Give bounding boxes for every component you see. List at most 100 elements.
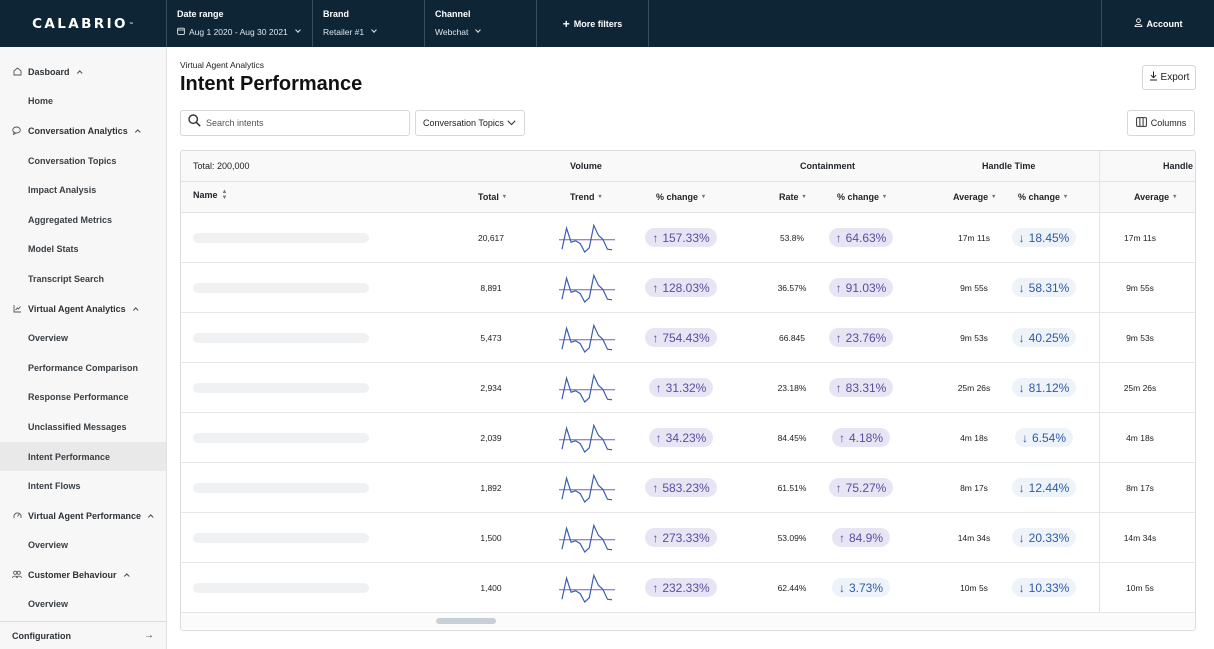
average-value: 9m 55s [1126, 282, 1154, 293]
table-row[interactable]: 8,891 ↑ 128.03% 36.57% ↑ 91.03% 9m 55s ↓ 58.31% 9… [181, 263, 1195, 313]
channel-filter[interactable]: Channel Webchat [425, 0, 537, 47]
col-label: Trend [570, 192, 595, 202]
sidebar-section-dashboard[interactable]: Dasboard [0, 57, 166, 87]
sidebar-item-intent-flows[interactable]: Intent Flows [0, 471, 166, 501]
column-divider [1099, 263, 1100, 312]
volume-change-cell: ↑ 34.23% [631, 413, 731, 462]
sidebar-section-virtual-agent-performance[interactable]: Virtual Agent Performance [0, 501, 166, 531]
arrow-down-icon: ↓ [838, 580, 845, 595]
table-row[interactable]: 20,617 ↑ 157.33% 53.8% ↑ 64.63% 17m 11s ↓ 18.45%… [181, 213, 1195, 263]
col-rate[interactable]: Rate ▾ [779, 182, 806, 212]
rate-value: 53.8% [779, 232, 805, 243]
chart-icon [12, 304, 22, 314]
topic-select[interactable]: Conversation Topics [415, 110, 525, 136]
horizontal-scrollbar[interactable] [181, 613, 1195, 629]
containment-change-cell: ↓ 3.73% [813, 563, 909, 612]
download-icon [1149, 71, 1158, 84]
columns-label: Columns [1150, 118, 1187, 128]
table-row[interactable]: 1,892 ↑ 583.23% 61.51% ↑ 75.27% 8m 17s ↓ 12.44% 8… [181, 463, 1195, 513]
average-value: 9m 53s [1126, 332, 1154, 343]
volume-change-cell: ↑ 157.33% [631, 213, 731, 262]
col-trend[interactable]: Trend ▾ [570, 182, 602, 212]
more-filters-button[interactable]: + More filters [537, 0, 649, 47]
col-label: Total [478, 192, 499, 202]
volume-change-badge: ↑ 754.43% [645, 328, 717, 347]
containment-change-cell: ↑ 64.63% [813, 213, 909, 262]
column-divider [1099, 213, 1100, 262]
sidebar-section-customer-behaviour[interactable]: Customer Behaviour [0, 560, 166, 590]
table-row[interactable]: 5,473 ↑ 754.43% 66.845 ↑ 23.76% 9m 53s ↓ 40.25% 9… [181, 313, 1195, 363]
sidebar-item-transcript-search[interactable]: Transcript Search [0, 264, 166, 294]
table-row[interactable]: 1,500 ↑ 273.33% 53.09% ↑ 84.9% 14m 34s ↓ 20.33% 1… [181, 513, 1195, 563]
sidebar-item-response-performance[interactable]: Response Performance [0, 383, 166, 413]
total-cell: 1,500 [443, 513, 539, 562]
total-cell: 8,891 [443, 263, 539, 312]
average2-cell: 9m 55s [1104, 263, 1176, 312]
search-input[interactable] [206, 118, 396, 128]
table-row[interactable]: 1,400 ↑ 232.33% 62.44% ↓ 3.73% 10m 5s ↓ 10.33% 10… [181, 563, 1195, 613]
change-value: 34.23% [665, 430, 707, 445]
arrow-up-icon: ↑ [838, 430, 845, 445]
sidebar-item-cb-overview[interactable]: Overview [0, 590, 166, 620]
change-value: 6.54% [1031, 430, 1067, 445]
search-box[interactable] [180, 110, 410, 136]
handle-time-change-cell: ↓ 10.33% [996, 563, 1092, 612]
change-value: 10.33% [1028, 580, 1070, 595]
trend-cell [551, 263, 623, 312]
sidebar-item-model-stats[interactable]: Model Stats [0, 235, 166, 265]
sort-icon: ▾ [883, 194, 887, 200]
sidebar-section-conversation-analytics[interactable]: Conversation Analytics [0, 116, 166, 146]
top-bar: CALABRIO ™ Date range Aug 1 2020 - Aug 30… [0, 0, 1214, 47]
brand-filter[interactable]: Brand Retailer #1 [313, 0, 425, 47]
search-icon [188, 114, 201, 132]
col-handle-time-change[interactable]: % change ▾ [1018, 182, 1067, 212]
chevron-up-icon [76, 70, 82, 76]
arrow-down-icon: ↓ [1018, 230, 1025, 245]
sidebar-item-conversation-topics[interactable]: Conversation Topics [0, 146, 166, 176]
account-button[interactable]: Account [1102, 0, 1214, 47]
arrow-up-icon: ↑ [655, 380, 662, 395]
handle-time-change-badge: ↓ 58.31% [1011, 278, 1077, 297]
sidebar-item-aggregated-metrics[interactable]: Aggregated Metrics [0, 205, 166, 235]
export-button[interactable]: Export [1142, 65, 1196, 90]
col-average[interactable]: Average ▾ [953, 182, 995, 212]
arrow-up-icon: ↑ [835, 330, 842, 345]
sidebar-item-vap-overview[interactable]: Overview [0, 531, 166, 561]
scrollbar-thumb[interactable] [436, 618, 496, 624]
total-cell: 1,400 [443, 563, 539, 612]
breadcrumb[interactable]: Virtual Agent Analytics [180, 60, 264, 70]
average2-cell: 8m 17s [1104, 463, 1176, 512]
col-name[interactable]: Name ▲ ▼ [193, 180, 227, 210]
channel-value: Webchat [435, 27, 469, 37]
sidebar-section-virtual-agent-analytics[interactable]: Virtual Agent Analytics [0, 294, 166, 324]
arrow-up-icon: ↑ [652, 230, 659, 245]
sidebar-item-performance-comparison[interactable]: Performance Comparison [0, 353, 166, 383]
sort-icon: ▾ [502, 194, 506, 200]
col-volume-change[interactable]: % change ▾ [656, 182, 705, 212]
table-row[interactable]: 2,934 ↑ 31.32% 23.18% ↑ 83.31% 25m 26s ↓ 81.12% 2… [181, 363, 1195, 413]
sort-icon: ▾ [1173, 194, 1177, 200]
columns-button[interactable]: Columns [1127, 110, 1195, 136]
date-range-filter[interactable]: Date range Aug 1 2020 - Aug 30 2021 [167, 0, 313, 47]
sparkline-path [561, 422, 613, 453]
brand-value: Retailer #1 [323, 27, 365, 37]
column-divider [1099, 513, 1100, 562]
containment-change-cell: ↑ 91.03% [813, 263, 909, 312]
table-row[interactable]: 2,039 ↑ 34.23% 84.45% ↑ 4.18% 4m 18s ↓ 6.54% 4m 1… [181, 413, 1195, 463]
calabrio-logo[interactable]: CALABRIO ™ [0, 0, 167, 47]
handle-time-change-badge: ↓ 18.45% [1011, 228, 1077, 247]
section-label: Dasboard [28, 66, 70, 77]
sidebar-item-overview[interactable]: Overview [0, 323, 166, 353]
sidebar-item-home[interactable]: Home [0, 87, 166, 117]
sidebar-configuration[interactable]: Configuration → [0, 621, 166, 649]
sidebar-item-unclassified-messages[interactable]: Unclassified Messages [0, 412, 166, 442]
sidebar-item-intent-performance[interactable]: Intent Performance [0, 441, 166, 472]
col-total[interactable]: Total ▾ [478, 182, 506, 212]
arrow-up-icon: ↑ [835, 230, 842, 245]
date-range-label: Date range [177, 9, 224, 19]
col-average-2[interactable]: Average ▾ [1134, 182, 1176, 212]
sidebar-item-impact-analysis[interactable]: Impact Analysis [0, 175, 166, 205]
col-containment-change[interactable]: % change ▾ [837, 182, 886, 212]
change-value: 31.32% [665, 380, 707, 395]
total-value: 2,039 [480, 432, 502, 443]
